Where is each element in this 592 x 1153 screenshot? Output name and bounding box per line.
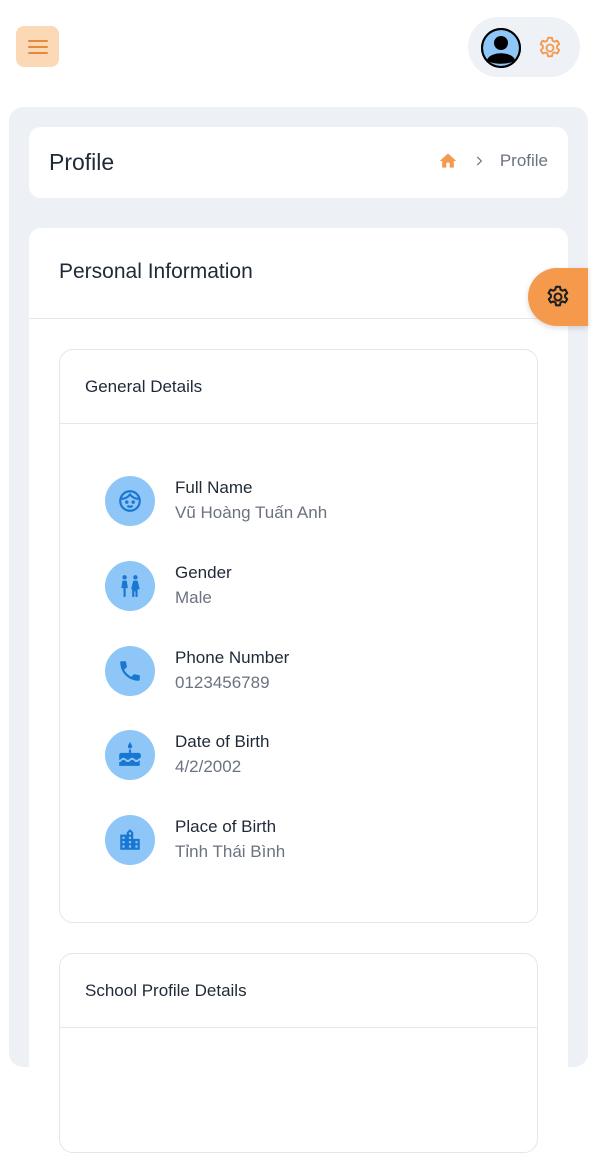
page-header: Profile Profile xyxy=(29,127,568,198)
user-menu xyxy=(468,17,580,77)
breadcrumb-current: Profile xyxy=(499,151,548,170)
detail-place-of-birth: Place of Birth Tỉnh Thái Bình xyxy=(105,815,505,869)
floating-settings-button[interactable] xyxy=(528,268,588,326)
breadcrumb: Profile xyxy=(438,151,548,171)
city-icon xyxy=(105,815,155,865)
face-icon xyxy=(105,476,155,526)
cake-icon xyxy=(105,730,155,780)
detail-value: Vũ Hoàng Tuấn Anh xyxy=(175,503,328,522)
detail-full-name: Full Name Vũ Hoàng Tuấn Anh xyxy=(105,476,505,530)
detail-date-of-birth: Date of Birth 4/2/2002 xyxy=(105,730,505,784)
people-icon xyxy=(105,561,155,611)
school-profile-details-card: School Profile Details xyxy=(59,953,538,1153)
menu-button[interactable] xyxy=(16,26,59,67)
gear-icon xyxy=(547,285,569,307)
school-profile-details-title: School Profile Details xyxy=(85,981,247,1000)
detail-label: Full Name xyxy=(175,478,253,497)
phone-icon xyxy=(105,646,155,696)
detail-value: Male xyxy=(175,588,212,607)
detail-label: Phone Number xyxy=(175,648,290,667)
detail-value: Tỉnh Thái Bình xyxy=(175,842,286,861)
personal-information-title: Personal Information xyxy=(59,260,253,283)
divider xyxy=(29,318,568,319)
detail-phone-number: Phone Number 0123456789 xyxy=(105,646,505,700)
user-avatar-icon[interactable] xyxy=(480,27,522,69)
page-title: Profile xyxy=(49,149,115,175)
gear-icon[interactable] xyxy=(536,34,564,62)
general-details-title: General Details xyxy=(85,377,203,396)
general-details-card: General Details Full Name Vũ Hoàng Tuấn … xyxy=(59,349,538,923)
detail-value: 4/2/2002 xyxy=(175,757,242,776)
home-icon[interactable] xyxy=(438,151,458,171)
detail-label: Place of Birth xyxy=(175,817,277,836)
divider xyxy=(60,1027,537,1028)
divider xyxy=(60,423,537,424)
detail-label: Gender xyxy=(175,563,232,582)
detail-gender: Gender Male xyxy=(105,561,505,615)
top-bar xyxy=(0,0,592,96)
detail-value: 0123456789 xyxy=(175,673,270,692)
detail-label: Date of Birth xyxy=(175,732,270,751)
hamburger-icon xyxy=(27,39,48,54)
chevron-right-icon xyxy=(476,156,482,166)
